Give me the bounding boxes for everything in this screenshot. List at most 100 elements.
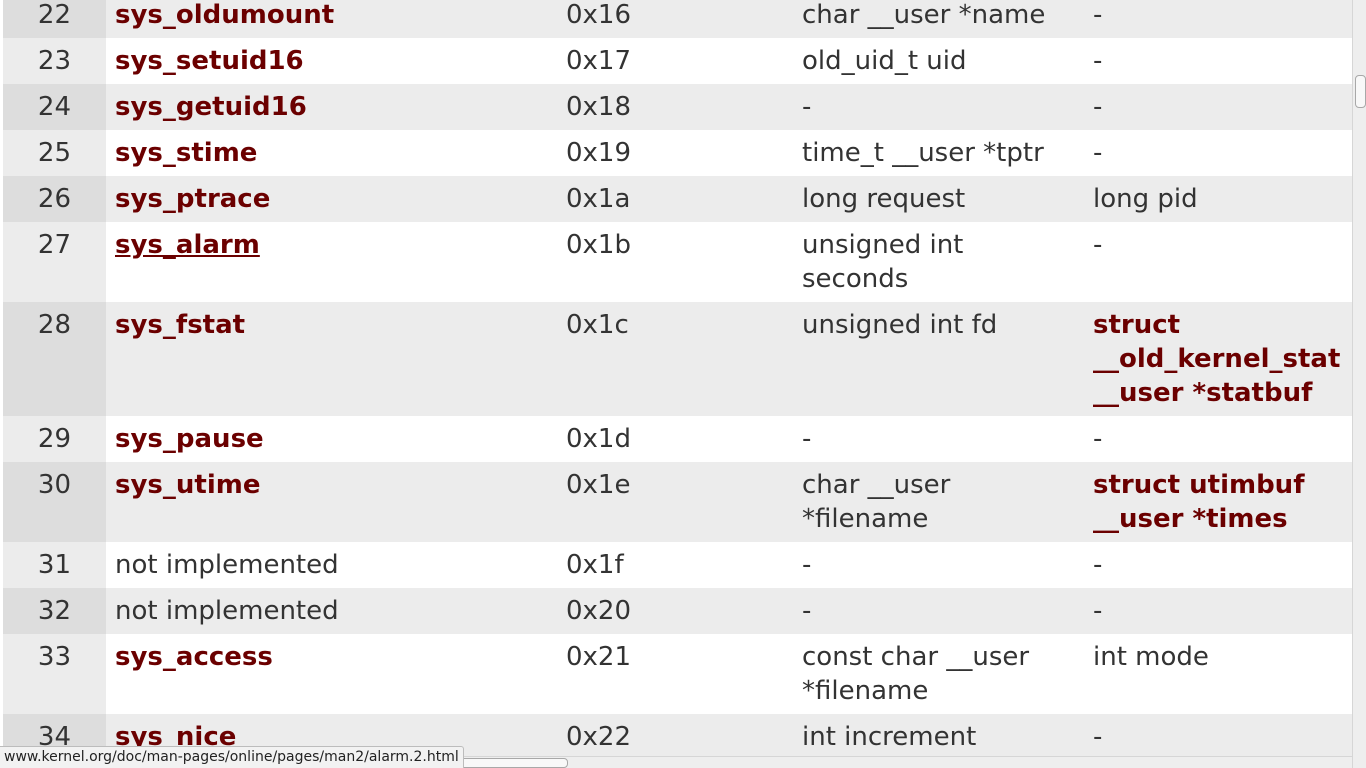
ebx-cell: long request (793, 176, 1084, 222)
ebx-value: - (802, 92, 812, 122)
eax-cell: 0x20 (557, 588, 793, 634)
eax-value: 0x20 (566, 596, 632, 626)
ebx-value: - (802, 596, 812, 626)
ecx-value: - (1093, 0, 1103, 30)
eax-value: 0x19 (566, 138, 632, 168)
syscall-name-cell: sys_access (106, 634, 557, 714)
ecx-value: - (1093, 138, 1103, 168)
vertical-scrollbar[interactable] (1352, 0, 1366, 768)
page-viewport: 22 sys_oldumount 0x16 char __user *name - 23 s… (0, 0, 1352, 768)
ecx-value: - (1093, 92, 1103, 122)
syscall-name-link[interactable]: sys_pause (115, 424, 264, 454)
eax-cell: 0x16 (557, 0, 793, 38)
syscall-number: 24 (37, 92, 71, 122)
syscall-name-cell: sys_getuid16 (106, 84, 557, 130)
ebx-value: long request (802, 184, 966, 214)
syscall-name-cell: sys_stime (106, 130, 557, 176)
eax-cell: 0x21 (557, 634, 793, 714)
syscall-number-cell: 28 (3, 302, 106, 416)
ebx-value: - (802, 550, 812, 580)
syscall-name-cell: sys_utime (106, 462, 557, 542)
syscall-number-cell: 33 (3, 634, 106, 714)
syscall-number: 29 (37, 424, 71, 454)
syscall-name-link[interactable]: sys_stime (115, 138, 257, 168)
syscall-number-cell: 31 (3, 542, 106, 588)
syscall-name-link[interactable]: sys_ptrace (115, 184, 270, 214)
eax-cell: 0x1a (557, 176, 793, 222)
eax-value: 0x1e (566, 470, 631, 500)
ebx-value: unsigned int fd (802, 310, 998, 340)
syscall-number-cell: 27 (3, 222, 106, 302)
ecx-value: - (1093, 550, 1103, 580)
ebx-cell: time_t __user *tptr (793, 130, 1084, 176)
syscall-row: 23 sys_setuid16 0x17 old_uid_t uid - (3, 38, 1352, 84)
ecx-value: - (1093, 596, 1103, 626)
syscall-name-cell: sys_ptrace (106, 176, 557, 222)
syscall-name-link[interactable]: sys_alarm (115, 230, 260, 260)
syscall-name-link[interactable]: sys_fstat (115, 310, 245, 340)
syscall-row: 25 sys_stime 0x19 time_t __user *tptr - (3, 130, 1352, 176)
syscall-number: 33 (37, 642, 71, 672)
ebx-cell: int increment (793, 714, 1084, 760)
syscall-number-cell: 29 (3, 416, 106, 462)
syscall-number: 23 (37, 46, 71, 76)
ecx-value: - (1093, 230, 1103, 260)
syscall-name-cell: sys_alarm (106, 222, 557, 302)
ecx-value: - (1093, 722, 1103, 752)
eax-cell: 0x1e (557, 462, 793, 542)
vertical-scrollbar-thumb[interactable] (1355, 75, 1366, 108)
ebx-cell: old_uid_t uid (793, 38, 1084, 84)
syscall-name-cell: sys_fstat (106, 302, 557, 416)
eax-cell: 0x19 (557, 130, 793, 176)
syscall-name-link[interactable]: sys_utime (115, 470, 260, 500)
ecx-cell: - (1084, 542, 1352, 588)
syscall-number: 32 (37, 596, 71, 626)
eax-cell: 0x1c (557, 302, 793, 416)
eax-cell: 0x22 (557, 714, 793, 760)
syscall-number: 26 (37, 184, 71, 214)
syscall-number-cell: 22 (3, 0, 106, 38)
syscall-table: 22 sys_oldumount 0x16 char __user *name - 23 s… (3, 0, 1352, 768)
syscall-number-cell: 32 (3, 588, 106, 634)
syscall-row: 30 sys_utime 0x1e char __user *filename stru… (3, 462, 1352, 542)
syscall-number: 27 (37, 230, 71, 260)
eax-value: 0x21 (566, 642, 632, 672)
syscall-row: 29 sys_pause 0x1d - - (3, 416, 1352, 462)
syscall-name-link[interactable]: sys_access (115, 642, 273, 672)
eax-value: 0x22 (566, 722, 632, 752)
eax-value: 0x18 (566, 92, 632, 122)
status-bar-url: www.kernel.org/doc/man-pages/online/page… (4, 749, 459, 765)
ebx-cell: - (793, 84, 1084, 130)
ebx-value: old_uid_t uid (802, 46, 967, 76)
ecx-cell: int mode (1084, 634, 1352, 714)
ecx-cell: struct __old_kernel_stat __user *statbuf (1084, 302, 1352, 416)
syscall-name-cell: sys_pause (106, 416, 557, 462)
syscall-row: 22 sys_oldumount 0x16 char __user *name - (3, 0, 1352, 38)
syscall-name-link[interactable]: sys_getuid16 (115, 92, 307, 122)
ecx-type-link[interactable]: struct utimbuf __user *times (1093, 470, 1305, 534)
ebx-cell: unsigned int fd (793, 302, 1084, 416)
eax-value: 0x16 (566, 0, 632, 30)
ecx-type-link[interactable]: struct __old_kernel_stat __user *statbuf (1093, 310, 1340, 408)
syscall-number-cell: 26 (3, 176, 106, 222)
eax-cell: 0x1f (557, 542, 793, 588)
ecx-cell: struct utimbuf __user *times (1084, 462, 1352, 542)
eax-cell: 0x18 (557, 84, 793, 130)
syscall-name-cell: sys_setuid16 (106, 38, 557, 84)
syscall-name-link[interactable]: sys_setuid16 (115, 46, 304, 76)
ebx-cell: char __user *name (793, 0, 1084, 38)
ebx-cell: unsigned int seconds (793, 222, 1084, 302)
syscall-number-cell: 23 (3, 38, 106, 84)
syscall-row: 33 sys_access 0x21 const char __user *filen… (3, 634, 1352, 714)
ebx-cell: const char __user *filename (793, 634, 1084, 714)
syscall-row: 28 sys_fstat 0x1c unsigned int fd struct __o… (3, 302, 1352, 416)
eax-cell: 0x1b (557, 222, 793, 302)
eax-value: 0x1b (566, 230, 631, 260)
syscall-row: 24 sys_getuid16 0x18 - - (3, 84, 1352, 130)
ecx-value: - (1093, 424, 1103, 454)
ebx-cell: char __user *filename (793, 462, 1084, 542)
syscall-name-cell: not implemented (106, 588, 557, 634)
ecx-cell: - (1084, 130, 1352, 176)
syscall-name-link[interactable]: sys_oldumount (115, 0, 334, 30)
syscall-row: 27 sys_alarm 0x1b unsigned int seconds - (3, 222, 1352, 302)
